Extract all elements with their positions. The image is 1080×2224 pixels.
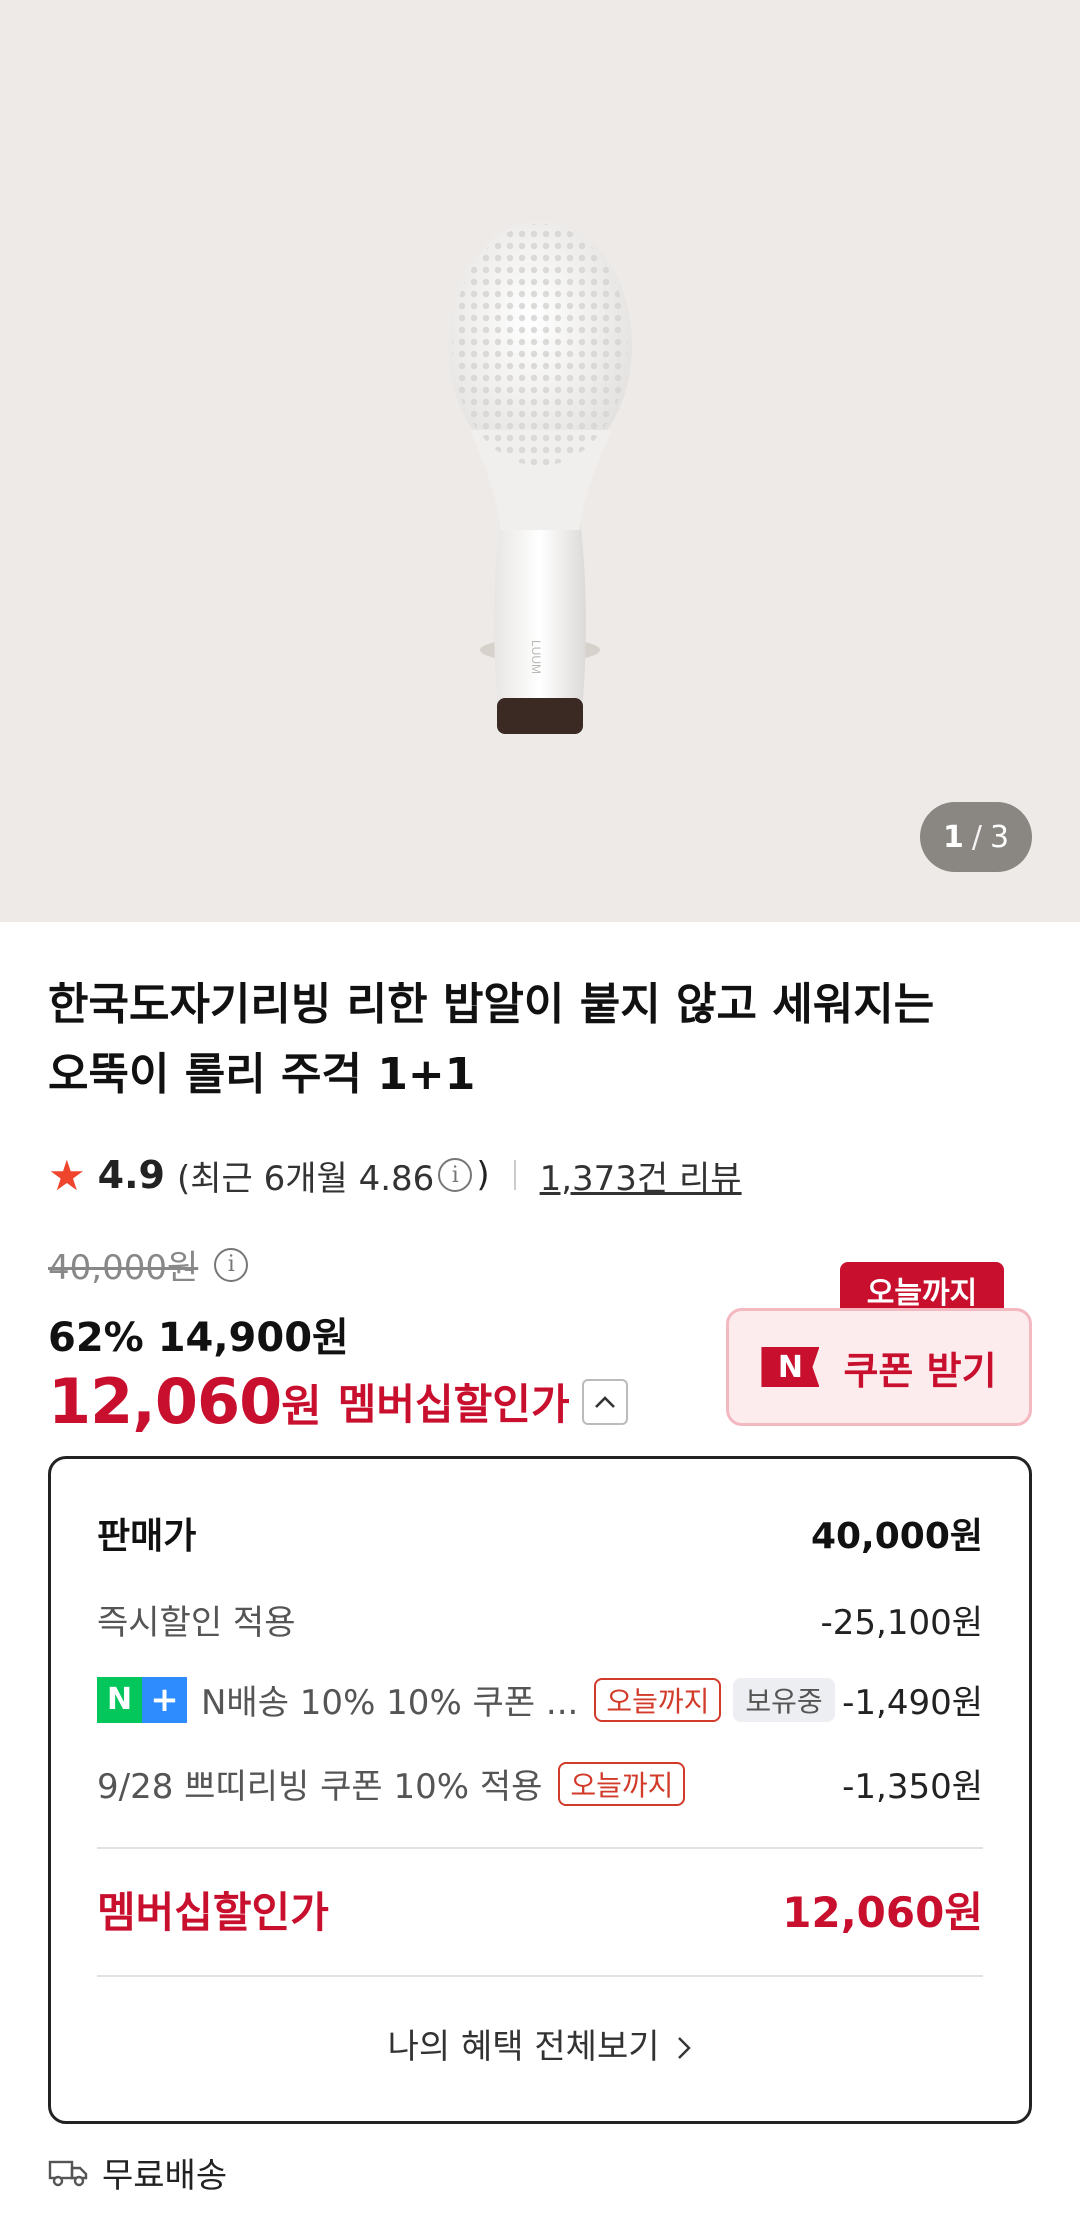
recent-rating: (최근 6개월 4.86 <box>176 1158 435 1199</box>
n-plus-icon: N + <box>97 1676 187 1723</box>
instant-discount-row: 즉시할인 적용 -25,100원 <box>97 1595 983 1644</box>
price-benefit-panel: 판매가 40,000원 즉시할인 적용 -25,100원 N + N배송 10% … <box>48 1456 1032 2124</box>
sale-price-label: 판매가 <box>97 1516 197 1557</box>
member-price-row: 12,060 원 멤버십할인가 <box>48 1365 628 1438</box>
info-icon[interactable]: i <box>438 1158 473 1192</box>
member-total-row: 멤버십할인가 12,060원 <box>97 1879 983 1940</box>
product-title-line1: 한국도자기리빙 리한 밥알이 붙지 않고 세워지는 <box>48 979 935 1030</box>
collapse-toggle-button[interactable] <box>581 1378 628 1425</box>
view-all-benefits-link[interactable]: 나의 혜택 전체보기 <box>51 2019 1029 2068</box>
get-coupon-button[interactable]: N 쿠폰 받기 <box>726 1308 1032 1426</box>
instant-discount-label: 즉시할인 적용 <box>97 1603 296 1643</box>
divider <box>513 1160 516 1190</box>
shipping-row: 무료배송 <box>48 2148 227 2197</box>
star-icon: ★ <box>48 1150 86 1200</box>
chevron-up-icon <box>594 1395 615 1408</box>
original-price-row: 40,000원 i <box>48 1240 252 1289</box>
n-delivery-coupon-amount: -1,490원 <box>842 1683 983 1723</box>
today-only-badge: 오늘까지 <box>558 1761 686 1806</box>
image-page-indicator: 1 / 3 <box>920 802 1032 872</box>
naver-n-icon: N <box>761 1347 820 1387</box>
discount-price: 14,900원 <box>157 1315 349 1361</box>
view-all-benefits-label: 나의 혜택 전체보기 <box>387 2027 660 2067</box>
recent-rating-close: ) <box>476 1155 490 1195</box>
pager-total: 3 <box>989 819 1010 855</box>
discount-rate: 62% <box>48 1315 144 1361</box>
owned-badge: 보유중 <box>733 1677 835 1722</box>
product-title-line2: 오뚝이 롤리 주걱 1+1 <box>48 1049 476 1100</box>
divider <box>97 1975 983 1977</box>
product-image-gallery[interactable]: LUUM 1 / 3 <box>0 0 1080 922</box>
n-delivery-coupon-label: N배송 10% 10% 쿠폰 ... <box>201 1683 579 1723</box>
shipping-label: 무료배송 <box>102 2156 228 2196</box>
event-coupon-amount: -1,350원 <box>842 1767 983 1807</box>
rating-score: 4.9 <box>97 1153 165 1197</box>
member-price-unit: 원 <box>281 1380 322 1432</box>
get-coupon-label: 쿠폰 받기 <box>843 1348 997 1393</box>
event-coupon-row[interactable]: 9/28 쁘띠리빙 쿠폰 10% 적용 오늘까지 -1,350원 <box>97 1759 983 1808</box>
event-coupon-label: 9/28 쁘띠리빙 쿠폰 10% 적용 <box>97 1767 543 1807</box>
member-price-label: 멤버십할인가 <box>337 1380 570 1429</box>
rice-paddle-image: LUUM <box>448 220 632 734</box>
member-total-amount: 12,060원 <box>782 1888 983 1937</box>
original-price: 40,000원 <box>48 1248 199 1288</box>
instant-discount-amount: -25,100원 <box>820 1603 983 1643</box>
divider <box>97 1847 983 1849</box>
sale-price-row: 판매가 40,000원 <box>97 1507 983 1559</box>
review-count-link[interactable]: 1,373건 리뷰 <box>540 1151 742 1200</box>
member-total-label: 멤버십할인가 <box>97 1888 329 1937</box>
price-info-icon[interactable]: i <box>214 1247 249 1282</box>
svg-text:LUUM: LUUM <box>529 640 543 674</box>
pager-separator: / <box>971 819 982 855</box>
rating-row: ★ 4.9 (최근 6개월 4.86 i ) 1,373건 리뷰 <box>48 1150 742 1200</box>
sale-price-amount: 40,000원 <box>810 1516 983 1557</box>
n-delivery-coupon-row[interactable]: N + N배송 10% 10% 쿠폰 ... 오늘까지 보유중 -1,490원 <box>97 1675 983 1724</box>
discount-price-row: 62% 14,900원 <box>48 1305 349 1363</box>
chevron-right-icon <box>678 2037 692 2059</box>
product-title: 한국도자기리빙 리한 밥알이 붙지 않고 세워지는 오뚝이 롤리 주걱 1+1 <box>48 970 1008 1110</box>
member-price: 12,060 <box>48 1365 282 1438</box>
pager-current: 1 <box>942 819 964 855</box>
truck-icon <box>48 2160 88 2186</box>
today-only-badge: 오늘까지 <box>594 1677 722 1722</box>
